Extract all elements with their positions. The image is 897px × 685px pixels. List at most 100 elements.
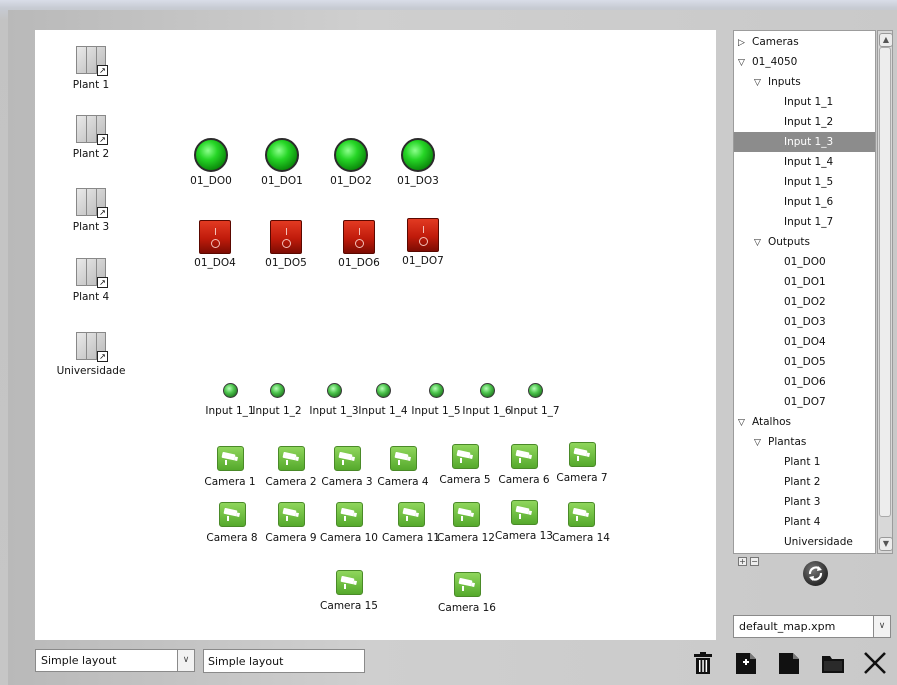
expanded-triangle-icon[interactable]: ▽ [738,413,748,433]
output-do5[interactable]: 01_DO5 [258,220,314,270]
tree-item[interactable]: Input 1_5 [734,172,875,192]
expanded-triangle-icon[interactable]: ▽ [754,233,764,253]
tree-item-label: Input 1_6 [784,196,834,208]
map-shortcut-plant-2[interactable]: ↗ Plant 2 [56,113,126,161]
camera-14[interactable]: Camera 14 [549,502,613,545]
input-1-5[interactable]: Input 1_5 [408,383,464,418]
output-do0[interactable]: 01_DO0 [183,138,239,188]
output-do4[interactable]: 01_DO4 [187,220,243,270]
map-shortcut-universidade[interactable]: ↗ Universidade [51,330,131,378]
input-1-2[interactable]: Input 1_2 [249,383,305,418]
expanded-triangle-icon[interactable]: ▽ [754,433,764,453]
tree-item[interactable]: ▽ 01_4050 [734,52,875,73]
camera-10[interactable]: Camera 10 [317,502,381,545]
device-tree[interactable]: ▷ Cameras ▽ 01_4050 ▽ Inputs Input 1_1 Input 1_… [733,30,876,554]
map-shortcut-plant-4[interactable]: ↗ Plant 4 [56,256,126,304]
tree-item[interactable]: Input 1_3 [734,132,875,152]
camera-6[interactable]: Camera 6 [495,444,553,487]
camera-1[interactable]: Camera 1 [201,446,259,489]
camera-9[interactable]: Camera 9 [262,502,320,545]
chevron-down-icon[interactable]: ∨ [873,616,890,637]
output-do1[interactable]: 01_DO1 [254,138,310,188]
tree-item-label: Cameras [752,36,799,48]
tree-item[interactable]: 01_DO6 [734,372,875,392]
tree-item[interactable]: 01_DO2 [734,292,875,312]
folder-icon[interactable] [820,650,846,676]
tree-item[interactable]: ▽ Inputs [734,72,875,93]
refresh-icon[interactable] [803,561,828,586]
scroll-thumb[interactable] [879,47,891,517]
file-icon[interactable] [776,650,802,676]
camera-16[interactable]: Camera 16 [435,572,499,615]
output-label: 01_DO3 [397,175,439,187]
scroll-down-icon[interactable]: ▼ [879,537,893,551]
tree-item[interactable]: 01_DO0 [734,252,875,272]
expand-all-icon[interactable]: + [738,557,747,566]
tree-item-label: Plant 2 [784,476,821,488]
layout-select[interactable]: Simple layout ∨ [35,649,195,672]
collapse-all-icon[interactable]: − [750,557,759,566]
layout-name-input[interactable] [203,649,365,673]
tree-item-label: Input 1_2 [784,116,834,128]
camera-8[interactable]: Camera 8 [203,502,261,545]
expanded-triangle-icon[interactable]: ▽ [738,53,748,73]
output-do3[interactable]: 01_DO3 [390,138,446,188]
input-1-7[interactable]: Input 1_7 [507,383,563,418]
expanded-triangle-icon[interactable]: ▽ [754,73,764,93]
camera-13[interactable]: Camera 13 [492,500,556,543]
new-file-icon[interactable] [733,650,759,676]
output-label: 01_DO2 [330,175,372,187]
tree-item-label: 01_DO1 [784,276,826,288]
tree-item[interactable]: ▽ Plantas [734,432,875,453]
map-file-select[interactable]: default_map.xpm ∨ [733,615,891,638]
camera-3[interactable]: Camera 3 [318,446,376,489]
tree-item[interactable]: 01_DO4 [734,332,875,352]
tree-item[interactable]: Plant 4 [734,512,875,532]
tree-item[interactable]: ▽ Atalhos [734,412,875,433]
tree-item[interactable]: 01_DO1 [734,272,875,292]
tree-item[interactable]: ▽ Outputs [734,232,875,253]
camera-icon [218,502,246,527]
tree-scrollbar[interactable]: ▲ ▼ [877,30,893,554]
output-do2[interactable]: 01_DO2 [323,138,379,188]
map-canvas[interactable]: ↗ Plant 1 ↗ Plant 2 ↗ Plant 3 ↗ Plant 4 … [35,30,716,640]
tree-item[interactable]: Plant 1 [734,452,875,472]
camera-label: Camera 12 [437,532,495,544]
tree-item[interactable]: ▷ Cameras [734,32,875,53]
trash-icon[interactable] [690,650,716,676]
map-shortcut-plant-1[interactable]: ↗ Plant 1 [56,44,126,92]
camera-15[interactable]: Camera 15 [317,570,381,613]
collapsed-triangle-icon[interactable]: ▷ [738,33,748,53]
camera-5[interactable]: Camera 5 [436,444,494,487]
tree-item[interactable]: Input 1_1 [734,92,875,112]
chevron-down-icon[interactable]: ∨ [177,650,194,671]
tree-item-label: Input 1_4 [784,156,834,168]
output-do6[interactable]: 01_DO6 [331,220,387,270]
camera-icon [451,444,479,469]
tree-item[interactable]: Plant 2 [734,472,875,492]
output-on-indicator-icon [265,138,299,172]
scroll-up-icon[interactable]: ▲ [879,33,893,47]
tree-item[interactable]: 01_DO3 [734,312,875,332]
camera-4[interactable]: Camera 4 [374,446,432,489]
camera-icon [216,446,244,471]
tree-item[interactable]: 01_DO7 [734,392,875,412]
tree-item-label: 01_DO7 [784,396,826,408]
tree-item[interactable]: Plant 3 [734,492,875,512]
map-shortcut-plant-3[interactable]: ↗ Plant 3 [56,186,126,234]
input-1-3[interactable]: Input 1_3 [306,383,362,418]
close-icon[interactable] [862,650,888,676]
tree-item[interactable]: Universidade [734,532,875,552]
camera-label: Camera 10 [320,532,378,544]
tree-item[interactable]: Input 1_4 [734,152,875,172]
camera-2[interactable]: Camera 2 [262,446,320,489]
output-do7[interactable]: 01_DO7 [395,218,451,268]
tree-item[interactable]: Input 1_6 [734,192,875,212]
tree-item[interactable]: 01_DO5 [734,352,875,372]
camera-12[interactable]: Camera 12 [434,502,498,545]
input-1-4[interactable]: Input 1_4 [355,383,411,418]
camera-7[interactable]: Camera 7 [553,442,611,485]
tree-item[interactable]: Input 1_2 [734,112,875,132]
tree-item[interactable]: Input 1_7 [734,212,875,232]
tree-item-label: 01_DO2 [784,296,826,308]
